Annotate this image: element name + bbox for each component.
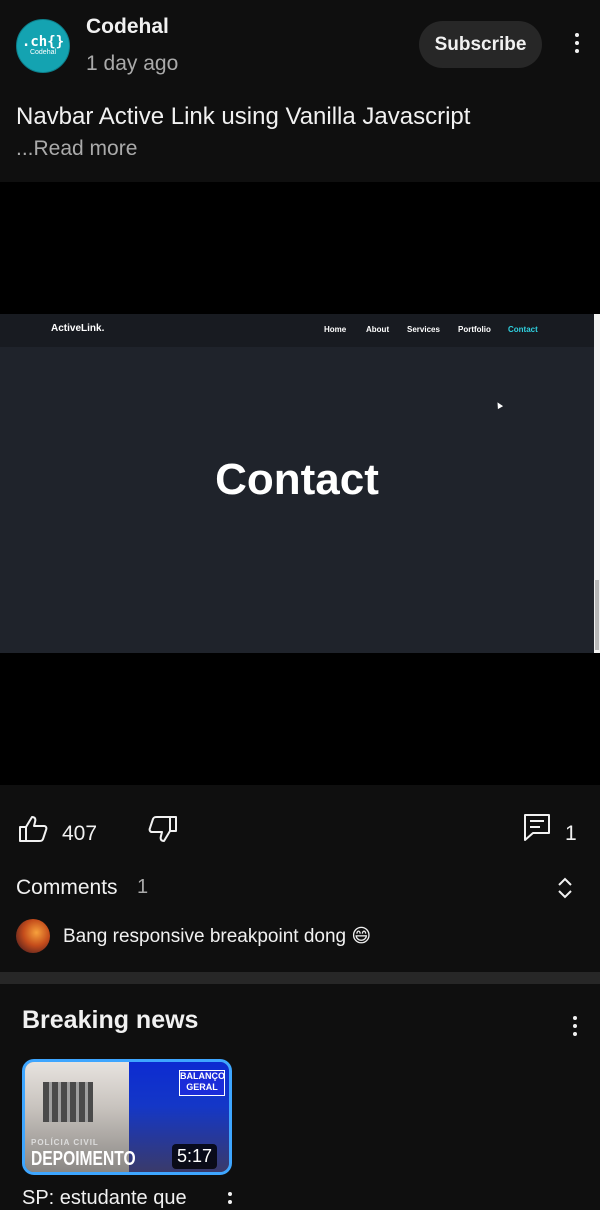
comments-title[interactable]: Comments xyxy=(16,876,118,900)
video-nav-portfolio: Portfolio xyxy=(458,325,491,334)
thumbnail-window-image xyxy=(43,1082,93,1122)
video-nav-services: Services xyxy=(407,325,440,334)
comments-count: 1 xyxy=(137,876,149,898)
post-time: 1 day ago xyxy=(86,52,179,75)
avatar-logo-text: .ch{} xyxy=(21,34,65,50)
section-divider xyxy=(0,972,600,984)
video-nav-home: Home xyxy=(324,325,347,334)
thumbnail-caption-small: POLÍCIA CIVIL xyxy=(31,1138,99,1147)
dislike-icon[interactable] xyxy=(148,815,178,843)
post-title: Navbar Active Link using Vanilla Javascr… xyxy=(16,103,471,130)
read-more-link[interactable]: ...Read more xyxy=(16,137,137,161)
comment-count: 1 xyxy=(565,822,577,845)
more-options-icon[interactable] xyxy=(574,33,580,57)
channel-avatar[interactable]: .ch{} Codehal xyxy=(16,19,70,73)
video-nav-about: About xyxy=(366,325,390,334)
comment-icon[interactable] xyxy=(523,813,551,843)
top-comment-text[interactable]: Bang responsive breakpoint dong 😄 xyxy=(63,925,371,948)
avatar-logo-subtext: Codehal xyxy=(29,49,57,56)
video-duration-badge: 5:17 xyxy=(172,1144,218,1169)
shelf-video-more-icon[interactable] xyxy=(227,1192,233,1208)
channel-name[interactable]: Codehal xyxy=(86,15,169,39)
expand-collapse-icon[interactable] xyxy=(557,877,573,899)
like-count: 407 xyxy=(62,822,98,845)
video-nav-contact: Contact xyxy=(508,325,538,334)
thumbnail-caption-big: DEPOIMENTO xyxy=(31,1148,136,1170)
subscribe-button[interactable]: Subscribe xyxy=(419,21,542,68)
shelf-title: Breaking news xyxy=(22,1006,199,1034)
video-scrollbar-thumb xyxy=(595,580,599,650)
video-heading: Contact xyxy=(215,455,379,504)
thumbnail-badge: BALANÇO GERAL xyxy=(179,1070,225,1096)
commenter-avatar[interactable] xyxy=(16,919,50,953)
like-icon[interactable] xyxy=(18,815,48,843)
video-brand: ActiveLink. xyxy=(51,323,105,334)
shelf-more-options-icon[interactable] xyxy=(572,1016,578,1040)
video-thumbnail[interactable]: BALANÇO GERAL POLÍCIA CIVIL DEPOIMENTO 5… xyxy=(22,1059,232,1175)
